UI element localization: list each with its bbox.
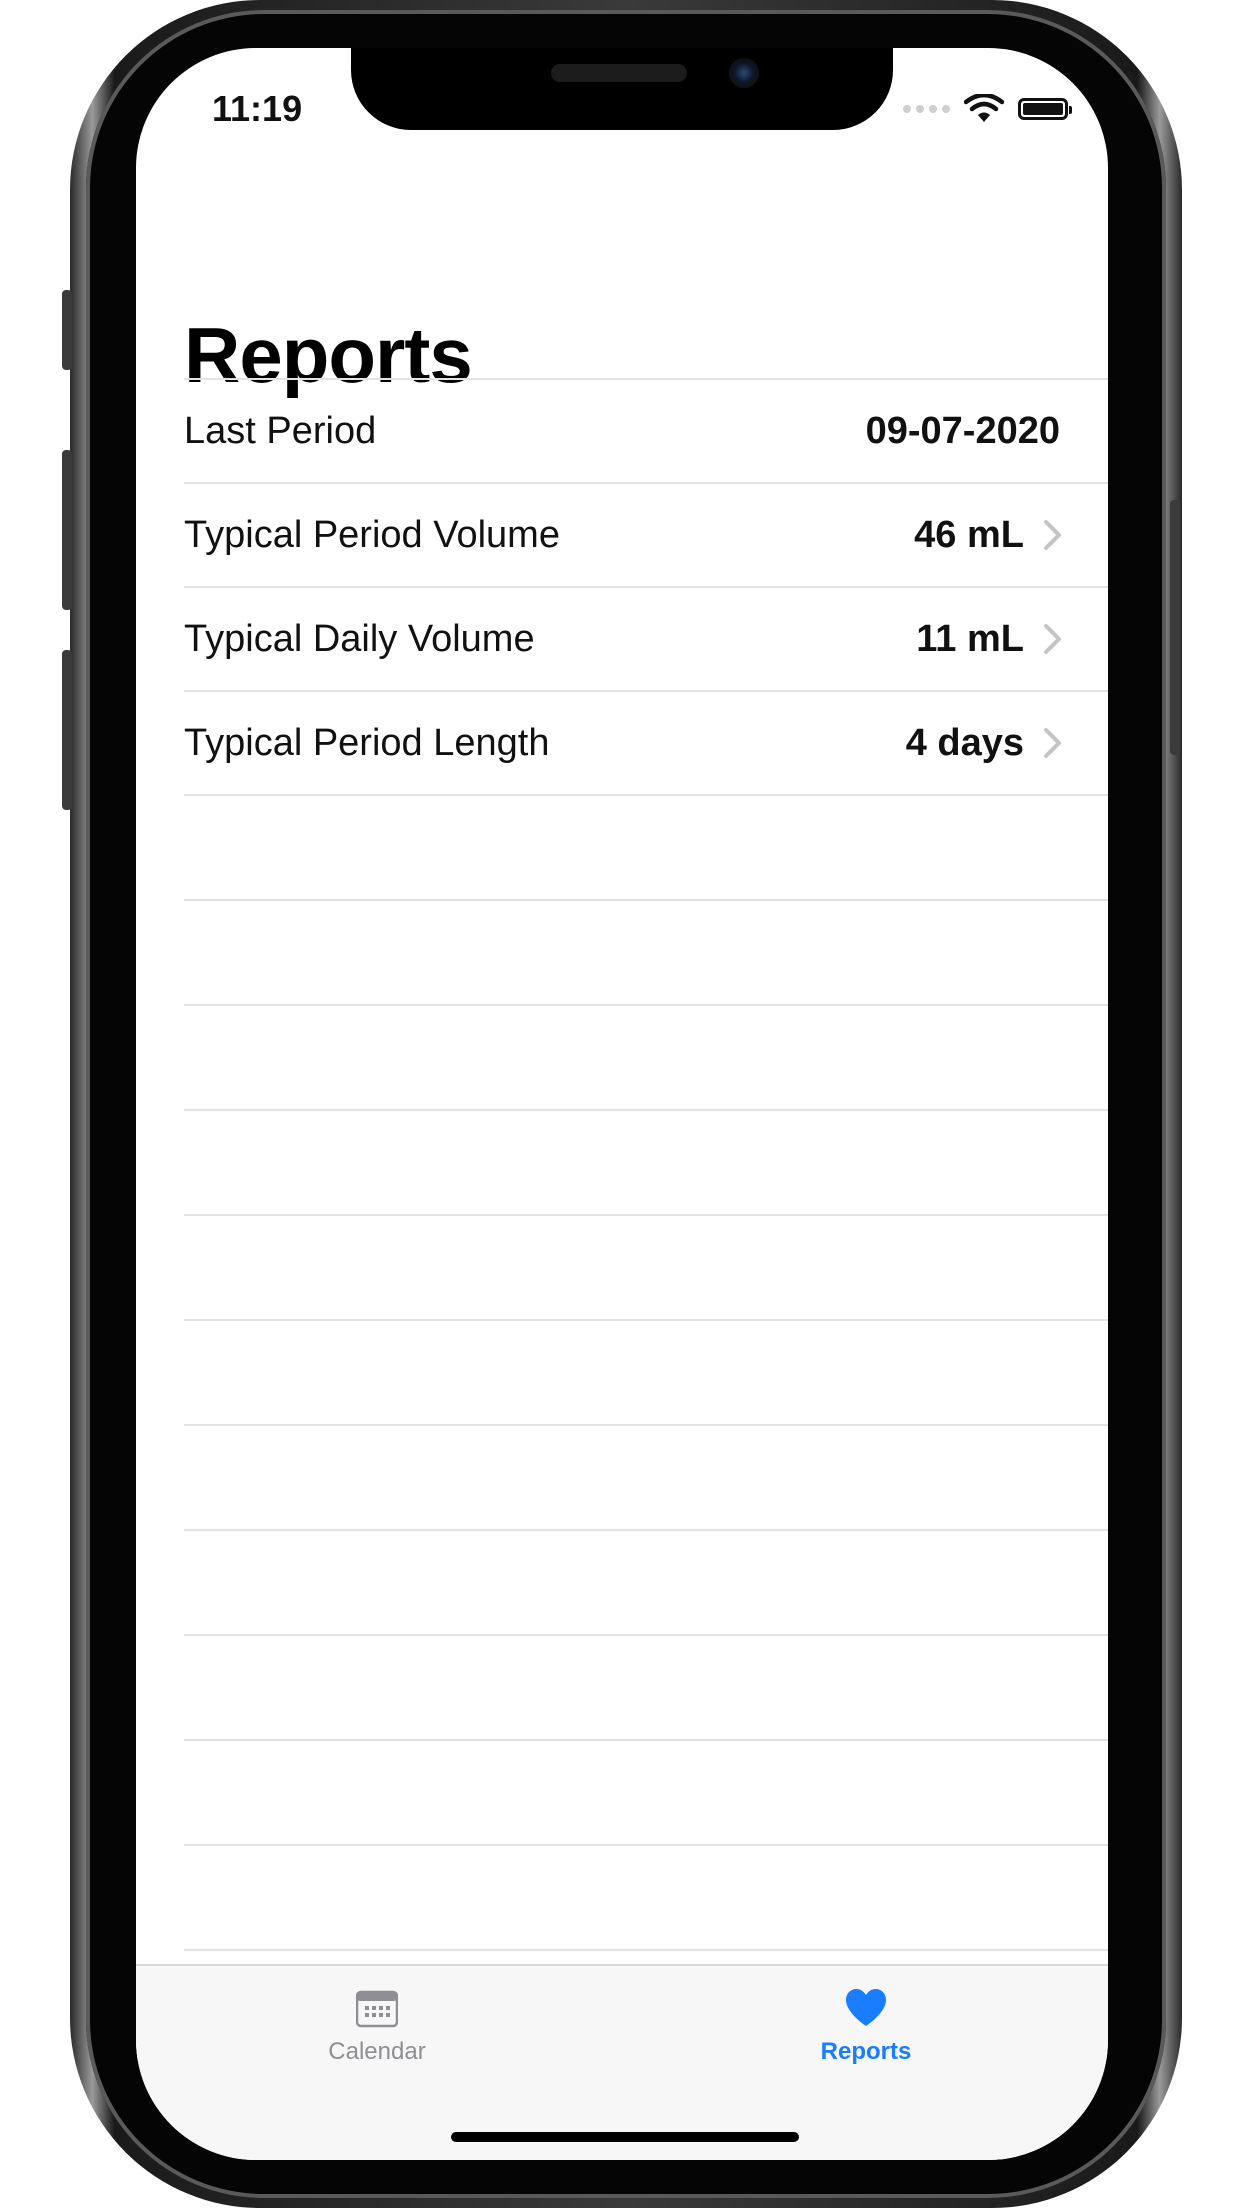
silent-switch xyxy=(62,290,72,370)
calendar-icon xyxy=(356,1990,398,2028)
empty-row-separator xyxy=(184,1004,1108,1109)
reports-list: Last Period 09-07-2020 Typical Period Vo… xyxy=(184,378,1108,2054)
power-button xyxy=(1170,500,1180,755)
row-typical-daily-volume[interactable]: Typical Daily Volume 11 mL xyxy=(184,586,1108,690)
tab-label: Calendar xyxy=(328,2038,426,2065)
empty-row-separator xyxy=(184,899,1108,1004)
tab-reports[interactable]: Reports xyxy=(756,1988,976,2066)
row-label: Typical Period Length xyxy=(184,721,550,764)
row-label: Typical Daily Volume xyxy=(184,617,535,660)
battery-icon xyxy=(1018,98,1072,120)
chevron-right-icon xyxy=(1044,624,1061,654)
tab-label: Reports xyxy=(820,2038,912,2065)
chevron-right-icon xyxy=(1044,520,1061,550)
empty-row-separator xyxy=(184,1844,1108,1949)
row-value: 46 mL xyxy=(914,513,1024,556)
home-indicator[interactable] xyxy=(451,2132,799,2142)
empty-row-separator xyxy=(184,1214,1108,1319)
volume-down-button xyxy=(62,650,72,810)
status-time: 11:19 xyxy=(212,88,303,129)
row-label: Last Period xyxy=(184,409,377,452)
empty-row-separator xyxy=(184,1109,1108,1214)
status-indicators xyxy=(903,94,1072,124)
row-value: 11 mL xyxy=(916,617,1024,660)
empty-row-separator xyxy=(184,794,1108,899)
heart-icon xyxy=(846,1989,886,2026)
tab-calendar[interactable]: Calendar xyxy=(267,1988,487,2066)
empty-row-separator xyxy=(184,1529,1108,1634)
empty-row-separator xyxy=(184,1634,1108,1739)
row-value: 09-07-2020 xyxy=(865,409,1060,452)
chevron-right-icon xyxy=(1044,728,1061,758)
wifi-icon xyxy=(964,94,1004,122)
cellular-signal-icon xyxy=(903,105,950,113)
row-value: 4 days xyxy=(905,721,1024,764)
row-typical-period-length[interactable]: Typical Period Length 4 days xyxy=(184,690,1108,794)
row-typical-period-volume[interactable]: Typical Period Volume 46 mL xyxy=(184,482,1108,586)
empty-row-separator xyxy=(184,1424,1108,1529)
tab-bar: Calendar Reports xyxy=(136,1964,1108,2160)
screen: 11:19 Reports Last Period 09-07-2020 Typ… xyxy=(136,48,1108,2160)
empty-row-separator xyxy=(184,1319,1108,1424)
volume-up-button xyxy=(62,450,72,610)
empty-row-separator xyxy=(184,1739,1108,1844)
notch xyxy=(351,48,893,130)
row-label: Typical Period Volume xyxy=(184,513,560,556)
row-last-period: Last Period 09-07-2020 xyxy=(184,378,1108,482)
